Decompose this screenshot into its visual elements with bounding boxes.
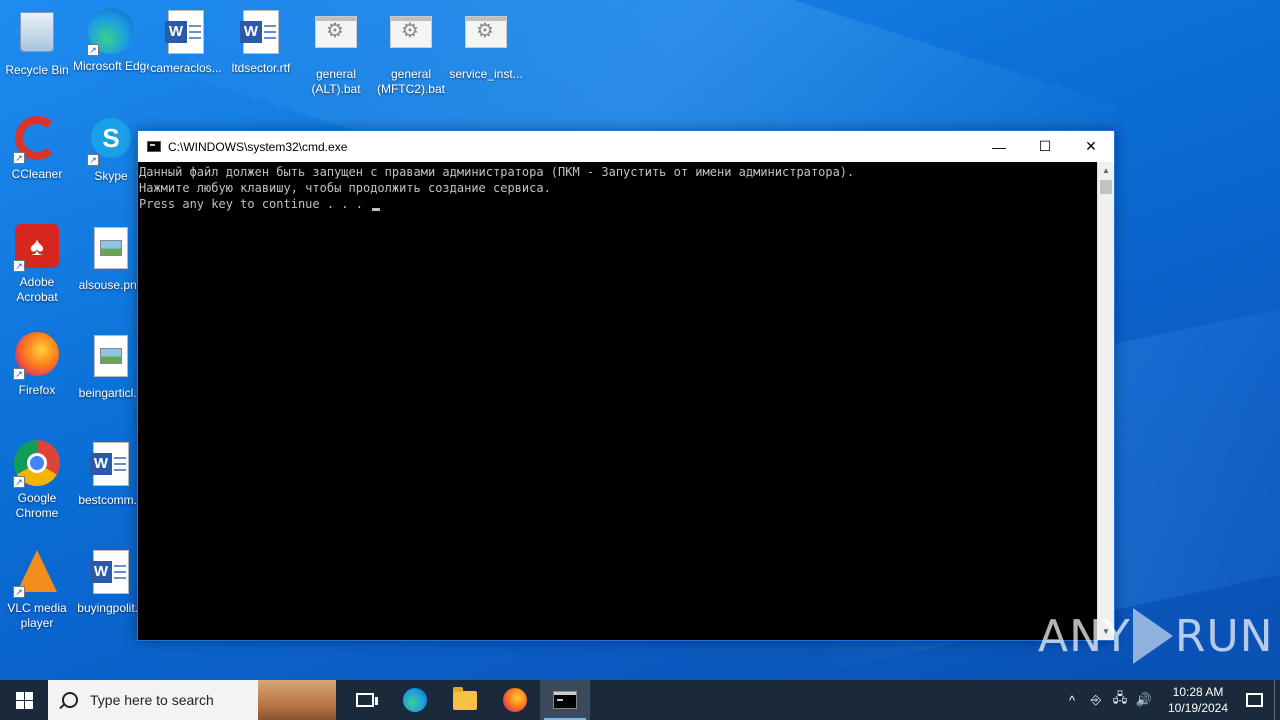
image-file-icon [87, 335, 135, 383]
cmd-icon [553, 691, 577, 709]
ccleaner-icon: ↗ [13, 116, 61, 164]
desktop-icon-adobe-acrobat[interactable]: ♠ ↗ Adobe Acrobat [0, 224, 75, 305]
taskbar-firefox-button[interactable] [490, 680, 540, 720]
batch-file-icon: ⚙ [312, 16, 360, 64]
shortcut-arrow-icon: ↗ [13, 368, 25, 380]
tray-chevron-icon[interactable]: ^ [1060, 693, 1084, 708]
skype-icon: S ↗ [87, 118, 135, 166]
desktop-icon-firefox[interactable]: ↗ Firefox [0, 332, 75, 398]
clock-date: 10/19/2024 [1167, 701, 1229, 715]
shortcut-arrow-icon: ↗ [13, 152, 25, 164]
shortcut-arrow-icon: ↗ [87, 44, 99, 56]
firefox-icon: ↗ [13, 332, 61, 380]
image-file-icon [87, 227, 135, 275]
cmd-window[interactable]: C:\WINDOWS\system32\cmd.exe — ☐ ✕ Данный… [137, 130, 1115, 641]
acrobat-icon: ♠ ↗ [13, 224, 61, 272]
scroll-thumb[interactable] [1100, 180, 1112, 194]
desktop-icon-microsoft-edge[interactable]: ↗ Microsoft Edge [73, 8, 149, 74]
clock-time: 10:28 AM [1172, 685, 1224, 699]
console-line: Press any key to continue . . . [139, 197, 371, 211]
shortcut-arrow-icon: ↗ [13, 476, 25, 488]
desktop-icon-ltdsector[interactable]: W ltdsector.rtf [223, 8, 299, 76]
network-icon[interactable]: 🖧 [1108, 689, 1132, 711]
folder-icon [453, 686, 477, 710]
show-desktop-button[interactable] [1274, 680, 1280, 720]
start-button[interactable] [0, 680, 48, 720]
desktop-icon-service-inst[interactable]: ⚙ service_inst... [448, 8, 524, 82]
word-document-icon: W [162, 10, 210, 58]
scroll-up-button[interactable]: ▲ [1098, 162, 1114, 179]
firefox-icon [503, 688, 527, 712]
task-view-button[interactable] [340, 680, 390, 720]
word-document-icon: W [237, 10, 285, 58]
console-scrollbar[interactable]: ▲ ▼ [1097, 162, 1114, 640]
close-button[interactable]: ✕ [1068, 131, 1114, 162]
edge-icon [403, 688, 427, 712]
batch-file-icon: ⚙ [387, 16, 435, 64]
console-output[interactable]: Данный файл должен быть запущен с правам… [138, 162, 1097, 640]
text-cursor [372, 208, 381, 211]
taskbar: Type here to search ^ ⎆ 🖧 🔊 10:28 AM 10/… [0, 680, 1280, 720]
play-logo-icon [1132, 608, 1173, 664]
windows-logo-icon [15, 691, 33, 709]
maximize-button[interactable]: ☐ [1022, 131, 1068, 162]
desktop: Recycle Bin ↗ Microsoft Edge W cameraclo… [0, 0, 1280, 680]
console-line: Данный файл должен быть запущен с правам… [139, 165, 855, 179]
meet-now-icon[interactable]: ⎆ [1084, 692, 1108, 708]
search-icon [62, 692, 78, 708]
chrome-icon: ↗ [13, 440, 61, 488]
cmd-window-title: C:\WINDOWS\system32\cmd.exe [168, 139, 348, 154]
desktop-icon-general-mgtc2[interactable]: ⚙ general (MFTC2).bat [373, 8, 449, 97]
cmd-titlebar[interactable]: C:\WINDOWS\system32\cmd.exe — ☐ ✕ [138, 131, 1114, 162]
desktop-icon-cameraclos[interactable]: W cameraclos... [148, 8, 224, 76]
word-document-icon: W [87, 550, 135, 598]
taskbar-clock[interactable]: 10:28 AM 10/19/2024 [1162, 684, 1234, 716]
desktop-icon-general-alt[interactable]: ⚙ general (ALT).bat [298, 8, 374, 97]
volume-icon[interactable]: 🔊 [1132, 692, 1156, 708]
recycle-bin-icon [13, 12, 61, 60]
desktop-icon-google-chrome[interactable]: ↗ Google Chrome [0, 440, 75, 521]
taskbar-edge-button[interactable] [390, 680, 440, 720]
system-tray: ^ ⎆ 🖧 🔊 10:28 AM 10/19/2024 [1060, 680, 1280, 720]
minimize-button[interactable]: — [976, 131, 1022, 162]
task-view-icon [356, 693, 378, 707]
search-placeholder: Type here to search [90, 692, 214, 708]
word-document-icon: W [87, 442, 135, 490]
notification-center-button[interactable] [1234, 680, 1274, 720]
desktop-icon-recycle-bin[interactable]: Recycle Bin [0, 8, 75, 78]
shortcut-arrow-icon: ↗ [13, 260, 25, 272]
desktop-icon-ccleaner[interactable]: ↗ CCleaner [0, 116, 75, 182]
cmd-app-icon [147, 141, 161, 152]
shortcut-arrow-icon: ↗ [13, 586, 25, 598]
desktop-icon-vlc[interactable]: ↗ VLC media player [0, 548, 75, 631]
taskbar-file-explorer-button[interactable] [440, 680, 490, 720]
shortcut-arrow-icon: ↗ [87, 154, 99, 166]
taskbar-search-box[interactable]: Type here to search [48, 680, 336, 720]
anyrun-watermark: ANY RUN [1038, 608, 1274, 664]
batch-file-icon: ⚙ [462, 16, 510, 64]
notification-icon [1245, 693, 1263, 707]
taskbar-cmd-button[interactable] [540, 680, 590, 720]
vlc-cone-icon: ↗ [13, 550, 61, 598]
console-line: Нажмите любую клавишу, чтобы продолжить … [139, 181, 551, 195]
search-highlight-image [258, 680, 336, 720]
edge-icon: ↗ [87, 8, 135, 56]
